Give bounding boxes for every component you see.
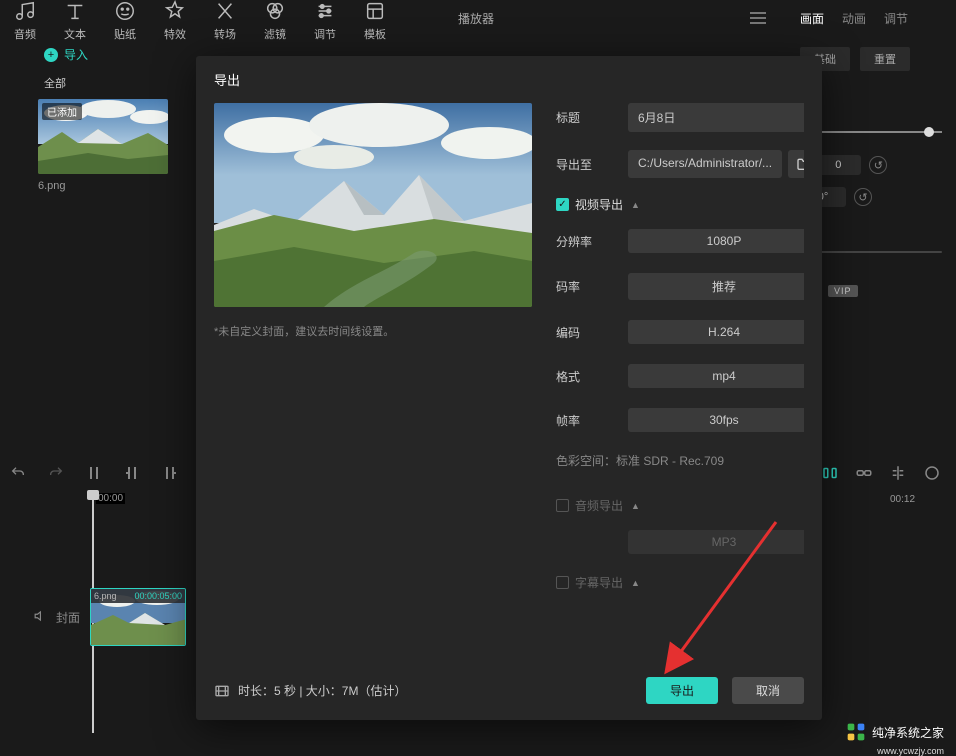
reset-icon[interactable]: ↺ <box>869 156 887 174</box>
color-space-info: 色彩空间：标准 SDR - Rec.709 <box>556 452 804 469</box>
checkbox-off-icon <box>556 499 569 512</box>
collapse-icon: ▲ <box>631 200 640 210</box>
magnet-icon[interactable] <box>820 463 840 483</box>
thumbnail-name: 6.png <box>38 180 168 192</box>
transition-icon <box>214 0 236 22</box>
audio-format-select: MP3⌄ <box>628 530 804 554</box>
pill-reset[interactable]: 重置 <box>860 47 910 71</box>
dialog-title: 导出 <box>214 70 804 89</box>
footer-duration-size: 时长：5 秒 | 大小：7M（估计） <box>238 682 406 699</box>
playhead[interactable]: 00:00 <box>90 493 125 504</box>
align-icon[interactable] <box>888 463 908 483</box>
x-value[interactable]: 0 <box>815 155 861 175</box>
export-button[interactable]: 导出 <box>646 677 718 704</box>
split-right-button[interactable] <box>160 463 180 483</box>
media-tab-all[interactable]: 全部 <box>38 71 198 99</box>
tab-adjust[interactable]: 调节 <box>884 10 908 27</box>
tool-sticker[interactable]: 贴纸 <box>114 0 136 42</box>
resolution-label: 分辨率 <box>556 233 628 250</box>
export-preview <box>214 103 532 307</box>
checkbox-on-icon: ✓ <box>556 198 569 211</box>
cover-label[interactable]: 封面 <box>56 609 80 626</box>
mute-icon[interactable] <box>34 609 48 626</box>
codec-select[interactable]: H.264⌄ <box>628 320 804 344</box>
tab-canvas[interactable]: 画面 <box>800 10 824 27</box>
ruler-tick: 00:12 <box>890 494 915 505</box>
title-input[interactable]: 6月8日 <box>628 103 804 132</box>
plus-icon: + <box>44 48 58 62</box>
export-path-input[interactable]: C:/Users/Administrator/... <box>628 150 782 178</box>
timeline-clip[interactable]: 6.png 00:00:05:00 <box>90 588 186 646</box>
subtitle-export-toggle[interactable]: 字幕导出 ▲ <box>556 574 804 591</box>
tool-text[interactable]: 文本 <box>64 0 86 42</box>
player-title: 播放器 <box>458 10 494 27</box>
tool-fx[interactable]: 特效 <box>164 0 186 42</box>
video-export-toggle[interactable]: ✓ 视频导出 ▲ <box>556 196 804 213</box>
undo-button[interactable] <box>8 463 28 483</box>
format-label: 格式 <box>556 368 628 385</box>
watermark-url: www.ycwzjy.com <box>877 746 944 756</box>
player-menu-icon[interactable] <box>750 12 766 24</box>
media-thumbnail[interactable]: 已添加 6.png <box>38 99 168 192</box>
film-icon <box>214 684 230 698</box>
fx-icon <box>164 0 186 22</box>
clip-duration: 00:00:05:00 <box>134 591 182 601</box>
thumbnail-added-badge: 已添加 <box>42 103 82 120</box>
tab-animation[interactable]: 动画 <box>842 10 866 27</box>
tool-music[interactable]: 音频 <box>14 0 36 42</box>
collapse-icon: ▲ <box>631 578 640 588</box>
export-dialog: 导出 <box>196 56 822 720</box>
fps-label: 帧率 <box>556 412 628 429</box>
clip-name: 6.png <box>94 591 117 601</box>
preview-caption: *未自定义封面，建议去时间线设置。 <box>214 323 532 339</box>
link-icon[interactable] <box>854 463 874 483</box>
watermark: 纯净系统之家 <box>846 722 944 742</box>
export-path-label: 导出至 <box>556 156 628 173</box>
redo-button[interactable] <box>46 463 66 483</box>
playhead-time: 00:00 <box>96 493 125 504</box>
reset-icon[interactable]: ↺ <box>854 188 872 206</box>
audio-export-toggle[interactable]: 音频导出 ▲ <box>556 497 804 514</box>
tool-adjust[interactable]: 调节 <box>314 0 336 42</box>
browse-folder-button[interactable] <box>788 150 804 178</box>
format-select[interactable]: mp4⌄ <box>628 364 804 388</box>
split-left-button[interactable] <box>122 463 142 483</box>
text-icon <box>64 0 86 22</box>
template-icon <box>364 0 386 22</box>
resolution-select[interactable]: 1080P⌄ <box>628 229 804 253</box>
logo-icon <box>846 722 866 742</box>
split-button[interactable] <box>84 463 104 483</box>
tool-filter[interactable]: 滤镜 <box>264 0 286 42</box>
tool-template[interactable]: 模板 <box>364 0 386 42</box>
music-icon <box>14 0 36 22</box>
import-label: 导入 <box>64 46 88 63</box>
fps-select[interactable]: 30fps⌄ <box>628 408 804 432</box>
tool-transition[interactable]: 转场 <box>214 0 236 42</box>
title-label: 标题 <box>556 109 628 126</box>
import-button[interactable]: + 导入 <box>38 44 198 71</box>
bitrate-label: 码率 <box>556 278 628 295</box>
codec-label: 编码 <box>556 324 628 341</box>
cancel-button[interactable]: 取消 <box>732 677 804 704</box>
vip-badge: VIP <box>828 285 858 297</box>
checkbox-off-icon <box>556 576 569 589</box>
collapse-icon: ▲ <box>631 501 640 511</box>
sticker-icon <box>114 0 136 22</box>
filter-icon <box>264 0 286 22</box>
adjust-icon <box>314 0 336 22</box>
bitrate-select[interactable]: 推荐⌄ <box>628 273 804 300</box>
preview-icon[interactable] <box>922 463 942 483</box>
